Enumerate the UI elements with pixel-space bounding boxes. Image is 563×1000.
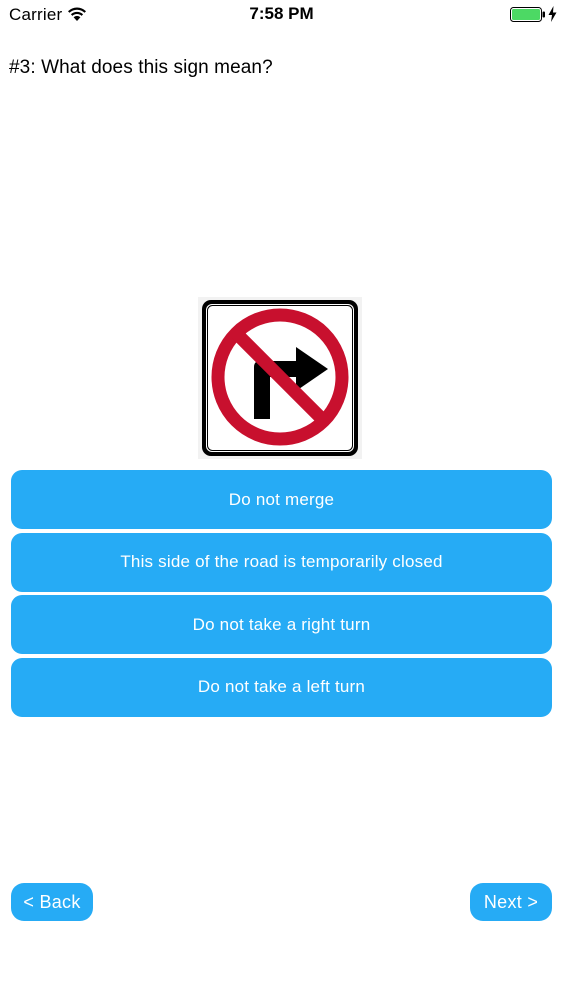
question-title: #3: What does this sign mean? (9, 57, 273, 78)
battery-icon (510, 7, 546, 22)
answer-button-3[interactable]: Do not take a right turn (11, 595, 552, 654)
charging-bolt-icon (548, 6, 557, 22)
answer-button-1[interactable]: Do not merge (11, 470, 552, 529)
road-sign-image (198, 297, 362, 459)
answer-button-4[interactable]: Do not take a left turn (11, 657, 552, 717)
clock-time: 7:58 PM (249, 4, 314, 23)
back-button[interactable]: < Back (11, 883, 93, 921)
answer-button-2[interactable]: This side of the road is temporarily clo… (11, 532, 552, 592)
status-bar: Carrier 7:58 PM (0, 0, 563, 30)
no-right-turn-sign-icon (202, 300, 358, 456)
answer-list: Do not merge This side of the road is te… (11, 470, 552, 720)
quiz-screen: Carrier 7:58 PM #3: What does this sign … (0, 0, 563, 1000)
next-button[interactable]: Next > (470, 883, 552, 921)
